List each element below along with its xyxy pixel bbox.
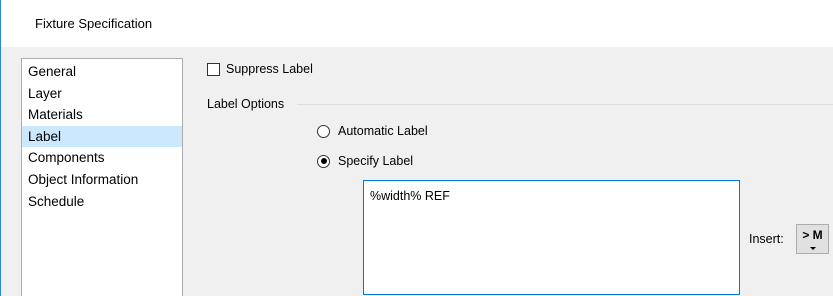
label-options-group-line <box>297 104 833 105</box>
insert-label: Insert: <box>749 232 784 246</box>
automatic-label-text: Automatic Label <box>338 124 428 138</box>
suppress-label-option[interactable]: Suppress Label <box>207 61 313 77</box>
category-item-schedule[interactable]: Schedule <box>22 191 182 213</box>
automatic-label-radio[interactable] <box>317 124 330 138</box>
insert-macro-button-label: > M <box>802 228 823 242</box>
dialog-titlebar: Fixture Specification <box>1 0 833 47</box>
insert-macro-button[interactable]: > M <box>796 224 829 254</box>
label-options-group-title: Label Options <box>207 97 291 111</box>
category-item-label[interactable]: Label <box>22 125 182 148</box>
suppress-label-checkbox[interactable] <box>207 62 220 76</box>
category-item-object-information[interactable]: Object Information <box>22 169 182 191</box>
label-text-field[interactable]: %width% REF <box>363 180 740 295</box>
category-item-layer[interactable]: Layer <box>22 83 182 105</box>
specify-label-text: Specify Label <box>338 154 414 168</box>
suppress-label-text: Suppress Label <box>226 62 313 76</box>
category-item-materials[interactable]: Materials <box>22 104 182 126</box>
specify-label-radio[interactable] <box>317 154 330 168</box>
category-item-components[interactable]: Components <box>22 147 182 169</box>
specify-label-option[interactable]: Specify Label <box>317 153 413 169</box>
dropdown-arrow-icon <box>810 247 816 250</box>
category-list[interactable]: General Layer Materials Label Components… <box>21 58 183 296</box>
category-item-general[interactable]: General <box>22 61 182 83</box>
radio-selected-dot <box>320 158 327 164</box>
dialog-title: Fixture Specification <box>35 16 153 31</box>
fixture-specification-dialog: Fixture Specification General Layer Mate… <box>0 0 833 296</box>
automatic-label-option[interactable]: Automatic Label <box>317 123 428 139</box>
